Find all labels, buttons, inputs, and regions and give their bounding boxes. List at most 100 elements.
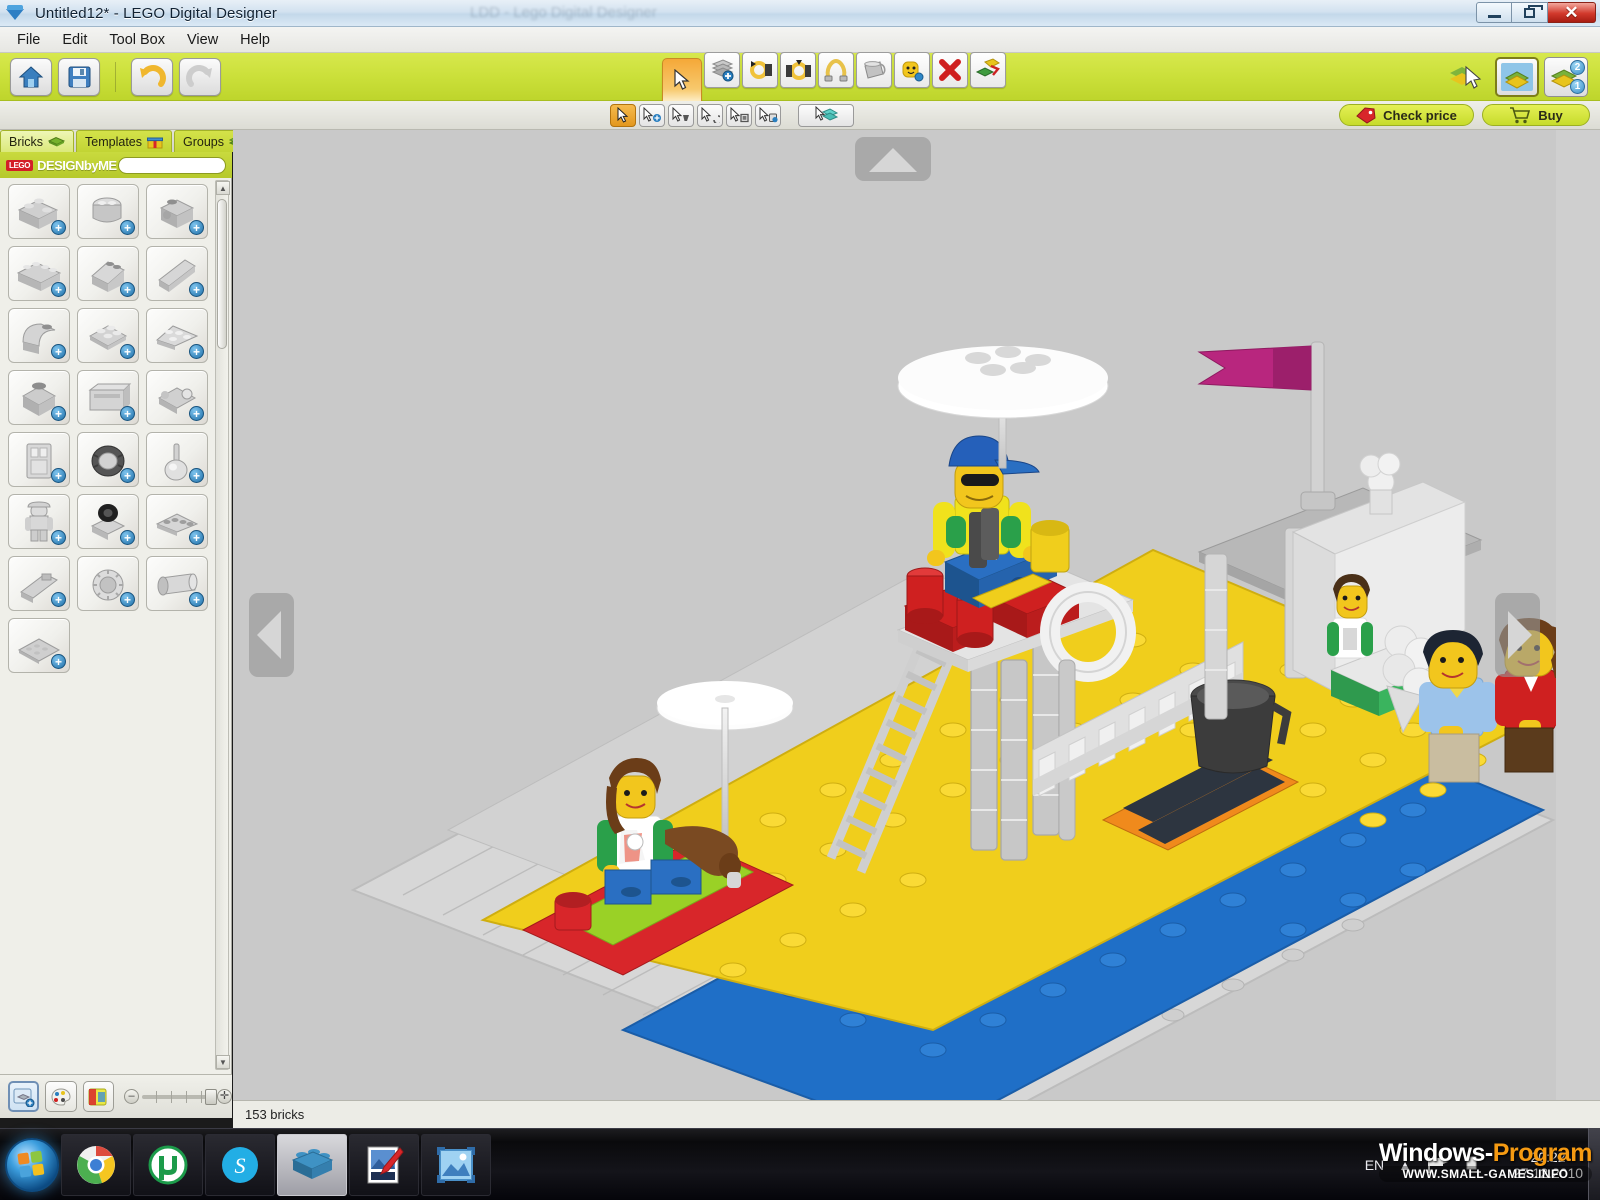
tube-piece[interactable]: + [146,556,208,611]
menu-view[interactable]: View [178,29,227,51]
restore-button[interactable] [1512,2,1548,23]
zoom-track[interactable] [142,1088,217,1105]
tray-language[interactable]: EN [1365,1157,1384,1173]
select-connected-button[interactable] [639,103,665,127]
buy-button[interactable]: Buy [1482,104,1590,126]
hinge-align-tool-button[interactable] [779,51,816,88]
3d-viewport[interactable] [233,130,1556,1100]
select-group-button[interactable] [755,103,781,127]
brick-2x4[interactable]: + [8,184,70,239]
nav-up-arrow[interactable] [855,137,931,181]
show-desktop-button[interactable] [1588,1128,1600,1200]
view-mode-pages-button[interactable]: 2 1 [1544,56,1588,97]
redo-button[interactable] [179,57,221,96]
palette-scrollbar[interactable]: ▲ ▼ [215,180,230,1070]
add-brick-badge[interactable]: + [189,530,204,545]
add-brick-badge[interactable]: + [189,592,204,607]
brick-modified[interactable]: + [8,370,70,425]
add-brick-badge[interactable]: + [120,406,135,421]
add-brick-badge[interactable]: + [189,406,204,421]
add-brick-badge[interactable]: + [120,282,135,297]
taskbar-skype[interactable]: S [205,1133,275,1196]
add-brick-badge[interactable]: + [51,282,66,297]
decoration-view-button[interactable] [82,1081,114,1112]
undo-button[interactable] [131,57,173,96]
close-button[interactable]: ✕ [1548,2,1596,23]
hide-tool-button[interactable] [969,51,1006,88]
select-single-button[interactable] [610,103,636,127]
menu-file[interactable]: File [8,29,49,51]
menu-help[interactable]: Help [231,29,279,51]
door-panel[interactable]: + [8,432,70,487]
flex-tool-button[interactable] [817,51,854,88]
network-flag-icon[interactable] [1426,1155,1450,1175]
add-brick-badge[interactable]: + [189,344,204,359]
menu-tool-box[interactable]: Tool Box [100,29,174,51]
clone-tool-button[interactable] [703,51,740,88]
check-price-button[interactable]: Check price [1339,104,1474,126]
delete-tool-button[interactable] [931,51,968,88]
add-brick-badge[interactable]: + [189,468,204,483]
zoom-knob[interactable] [205,1088,217,1105]
zoom-out-icon[interactable]: – [124,1089,139,1104]
taskbar-utorrent[interactable] [133,1133,203,1196]
minifigure[interactable]: + [8,494,70,549]
baseplate[interactable]: + [8,618,70,673]
add-brick-badge[interactable]: + [189,220,204,235]
brick-search-input[interactable] [118,156,226,174]
add-brick-badge[interactable]: + [51,406,66,421]
hinge-tool-button[interactable] [741,51,778,88]
minimize-button[interactable] [1476,2,1512,23]
scroll-down-arrow[interactable]: ▼ [216,1055,230,1069]
wedge-plate[interactable]: + [146,308,208,363]
panel-piece[interactable]: + [77,370,139,425]
plate-2x2[interactable]: + [77,308,139,363]
zoom-in-icon[interactable]: ✛ [217,1089,232,1104]
wheel-tyre[interactable]: + [77,432,139,487]
tab-bricks[interactable]: Bricks [0,130,75,152]
taskbar-lego-digital-designer[interactable] [277,1133,347,1196]
brick-curved[interactable]: + [8,308,70,363]
technic-beam[interactable]: + [146,494,208,549]
color-picker-tool-button[interactable] [893,51,930,88]
palette-scroll-thumb[interactable] [217,199,227,349]
add-brick-badge[interactable]: + [51,530,66,545]
add-brick-badge[interactable]: + [51,592,66,607]
add-brick-badge[interactable]: + [120,468,135,483]
add-brick-badge[interactable]: + [51,654,66,669]
select-brick-mode-button[interactable] [798,103,854,127]
wedge-slope[interactable]: + [146,246,208,301]
tray-show-hidden-icon[interactable]: ▲ [1398,1157,1412,1173]
home-button[interactable] [10,57,52,96]
add-brick-badge[interactable]: + [120,530,135,545]
color-palette-view-button[interactable] [45,1081,77,1112]
view-mode-build-button[interactable] [1495,56,1539,97]
lever-antenna[interactable]: + [146,432,208,487]
save-button[interactable] [58,57,100,96]
hinge-plate[interactable]: + [146,370,208,425]
add-brick-badge[interactable]: + [120,220,135,235]
slope-2x2[interactable]: + [77,246,139,301]
taskbar-paint[interactable] [349,1133,419,1196]
select-same-shape-color-button[interactable] [726,103,752,127]
start-button[interactable] [5,1137,59,1192]
select-same-color-button[interactable] [668,103,694,127]
taskbar-chrome[interactable] [61,1133,131,1196]
axle-connector[interactable]: + [8,556,70,611]
add-brick-badge[interactable]: + [120,592,135,607]
menu-edit[interactable]: Edit [53,29,96,51]
brick-1x4-technic[interactable]: + [8,246,70,301]
select-same-shape-button[interactable] [697,103,723,127]
brick-round-2x2[interactable]: + [77,184,139,239]
clock[interactable]: 20:22 27.12.2010 [1502,1149,1594,1181]
paint-tool-button[interactable] [855,51,892,88]
taskbar-photo-viewer[interactable] [421,1133,491,1196]
add-brick-badge[interactable]: + [189,282,204,297]
select-tool-button[interactable] [661,57,702,102]
add-brick-badge[interactable]: + [51,344,66,359]
add-brick-badge[interactable]: + [51,220,66,235]
tyre-small[interactable]: + [77,494,139,549]
nav-left-arrow[interactable] [249,593,294,677]
add-brick-badge[interactable]: + [51,468,66,483]
tab-templates[interactable]: Templates [76,130,173,152]
